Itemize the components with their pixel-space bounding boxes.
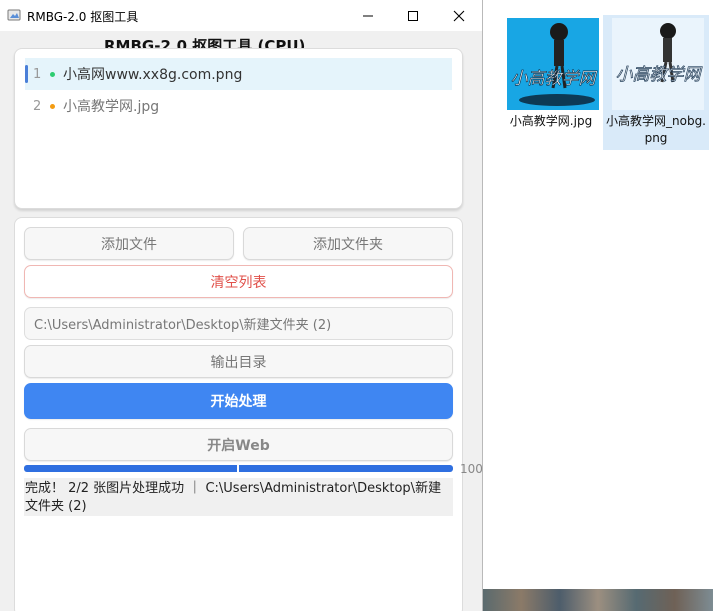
desktop-file-png[interactable]: 小高教学网 小高教学网_nobg.png xyxy=(603,15,709,150)
start-button[interactable]: 开始处理 xyxy=(24,383,453,419)
maximize-button[interactable] xyxy=(390,0,436,31)
file-label: 小高教学网_nobg.png xyxy=(606,114,706,145)
wallpaper-strip xyxy=(483,589,713,611)
file-name: 小高教学网.jpg xyxy=(63,99,160,115)
window-title: RMBG-2.0 抠图工具 xyxy=(27,10,139,24)
thumbnail-caption: 小高教学网 xyxy=(616,65,703,85)
maximize-icon xyxy=(408,10,418,21)
title-bar[interactable]: RMBG-2.0 抠图工具 xyxy=(0,0,482,31)
open-web-button[interactable]: 开启Web xyxy=(24,428,453,461)
progress-value: 100 xyxy=(460,462,483,476)
app-icon xyxy=(7,8,21,22)
minimize-button[interactable] xyxy=(345,0,391,31)
progress-bar xyxy=(24,465,453,472)
close-icon xyxy=(453,10,465,21)
desktop-file-jpg[interactable]: 小高教学网 小高教学网.jpg xyxy=(498,15,604,150)
status-dot-icon xyxy=(50,72,55,77)
file-list-item[interactable]: 2 小高教学网.jpg xyxy=(25,90,452,122)
file-name: 小高网www.xx8g.com.png xyxy=(63,67,243,83)
file-label: 小高教学网.jpg xyxy=(509,114,593,128)
file-index: 1 xyxy=(33,66,42,82)
output-dir-button[interactable]: 输出目录 xyxy=(24,345,453,378)
file-list[interactable]: 1 小高网www.xx8g.com.png 2 小高教学网.jpg xyxy=(14,48,463,209)
add-file-button[interactable]: 添加文件 xyxy=(24,227,234,260)
output-path-field[interactable]: C:\Users\Administrator\Desktop\新建文件夹 (2) xyxy=(24,307,453,340)
file-list-item[interactable]: 1 小高网www.xx8g.com.png xyxy=(25,58,452,90)
image-thumbnail: 小高教学网 xyxy=(507,18,599,110)
minimize-icon xyxy=(363,15,373,16)
progress-divider xyxy=(237,465,239,472)
status-dot-icon xyxy=(50,104,55,109)
desktop-area: 小高教学网 小高教学网.jpg 小高教学网 小高教学网_nobg.png xyxy=(483,0,713,611)
status-message: 完成！ 2/2 张图片处理成功 ｜ C:\Users\Administrator… xyxy=(24,478,453,516)
thumbnail-caption: 小高教学网 xyxy=(511,69,598,89)
clear-list-button[interactable]: 清空列表 xyxy=(24,265,453,298)
file-index: 2 xyxy=(33,98,42,114)
add-folder-button[interactable]: 添加文件夹 xyxy=(243,227,453,260)
close-button[interactable] xyxy=(436,0,482,31)
selection-indicator xyxy=(25,65,28,83)
app-window: RMBG-2.0 抠图工具 RMBG-2.0 抠图工具 (CPU) 1 小高网w… xyxy=(0,0,483,611)
image-thumbnail: 小高教学网 xyxy=(612,18,704,110)
